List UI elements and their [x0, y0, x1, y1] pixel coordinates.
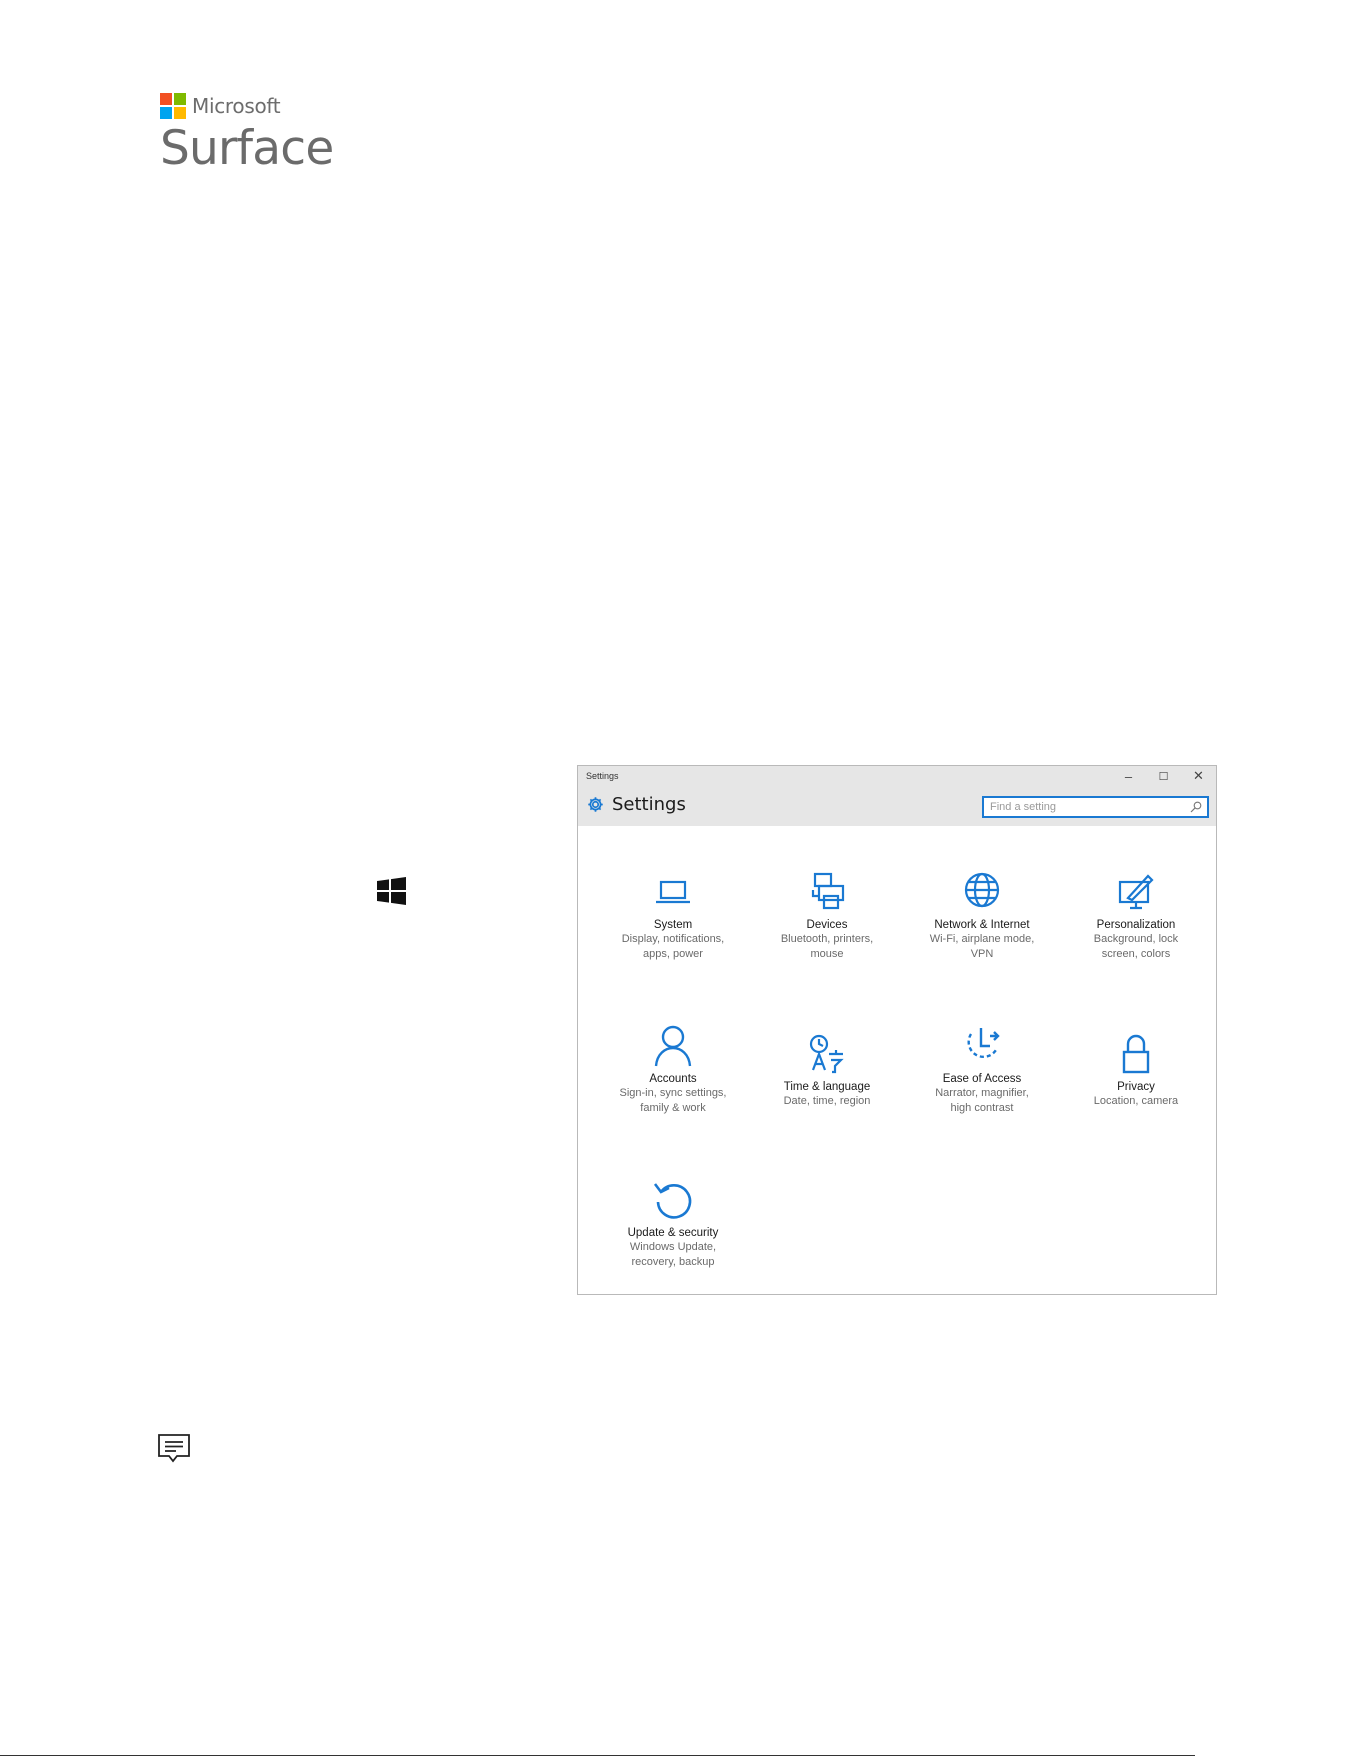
person-icon [654, 1025, 692, 1067]
microsoft-logo-icon [160, 93, 186, 119]
tile-description: Location, camera [1093, 1095, 1179, 1107]
tile-description: Date, time, region [783, 1095, 871, 1107]
windows-logo-icon [377, 877, 406, 905]
tile-description: Display, notifications, apps, power [621, 933, 725, 960]
logo-square-red [160, 93, 172, 105]
tile-description: Narrator, magnifier, high contrast [935, 1087, 1029, 1114]
search-box[interactable] [982, 796, 1209, 818]
page-title: Settings [612, 794, 686, 815]
microsoft-wordmark: Microsoft [192, 94, 281, 118]
settings-window: Settings – ☐ ✕ Settings Find a setting S… [577, 765, 1217, 1295]
tile-description: Background, lock screen, colors [1093, 933, 1179, 960]
tile-label: Time & language [783, 1081, 871, 1093]
tile-accounts[interactable]: Accounts Sign-in, sync settings, family … [608, 1024, 738, 1116]
logo-square-yellow [174, 107, 186, 119]
ease-of-access-icon [967, 1028, 1000, 1059]
printer-icon [811, 872, 845, 910]
minimize-button[interactable]: – [1111, 766, 1146, 786]
globe-icon [964, 872, 1000, 908]
tile-system[interactable]: System Display, notifications, apps, pow… [608, 870, 738, 962]
tile-privacy[interactable]: Privacy Location, camera [1071, 1032, 1201, 1109]
tile-network[interactable]: Network & Internet Wi-Fi, airplane mode,… [917, 870, 1047, 962]
tile-label: Devices [806, 919, 848, 931]
tile-devices[interactable]: Devices Bluetooth, printers, mouse [762, 870, 892, 962]
brand-header: Microsoft Surface [160, 93, 334, 176]
tile-time-language[interactable]: Time & language Date, time, region [762, 1032, 892, 1109]
tile-label: Accounts [649, 1073, 697, 1085]
window-controls: – ☐ ✕ [1111, 766, 1216, 786]
language-icon [809, 1034, 844, 1074]
tile-personalization[interactable]: Personalization Background, lock screen,… [1071, 870, 1201, 962]
logo-square-blue [160, 107, 172, 119]
tile-description: Windows Update, recovery, backup [629, 1241, 717, 1268]
footer-rule [0, 1755, 1195, 1756]
gear-icon [588, 797, 603, 812]
tile-update-security[interactable]: Update & security Windows Update, recove… [608, 1178, 738, 1270]
tile-label: System [653, 919, 693, 931]
lock-icon [1122, 1034, 1150, 1074]
settings-header: Settings [587, 794, 686, 815]
tile-label: Update & security [627, 1227, 719, 1239]
maximize-button[interactable]: ☐ [1146, 766, 1181, 786]
title-bar: Settings – ☐ ✕ Settings [578, 766, 1216, 826]
settings-grid: System Display, notifications, apps, pow… [578, 826, 1216, 1294]
tile-label: Privacy [1117, 1081, 1155, 1093]
microsoft-row: Microsoft [160, 93, 333, 119]
tile-description: Bluetooth, printers, mouse [780, 933, 874, 960]
laptop-icon [656, 880, 690, 904]
search-icon[interactable] [1190, 801, 1202, 813]
note-icon [158, 1434, 190, 1463]
tile-description: Wi-Fi, airplane mode, VPN [929, 933, 1035, 960]
tile-label: Personalization [1096, 919, 1176, 931]
surface-wordmark: Surface [160, 121, 334, 176]
tile-ease-of-access[interactable]: Ease of Access Narrator, magnifier, high… [917, 1024, 1047, 1116]
tile-label: Ease of Access [942, 1073, 1022, 1085]
tile-description: Sign-in, sync settings, family & work [619, 1087, 727, 1114]
update-icon [653, 1183, 692, 1219]
logo-square-green [174, 93, 186, 105]
paintbrush-icon [1118, 874, 1154, 910]
window-caption: Settings [586, 771, 619, 781]
tile-label: Network & Internet [934, 919, 1030, 931]
search-input[interactable] [984, 801, 1186, 813]
close-button[interactable]: ✕ [1181, 766, 1216, 786]
